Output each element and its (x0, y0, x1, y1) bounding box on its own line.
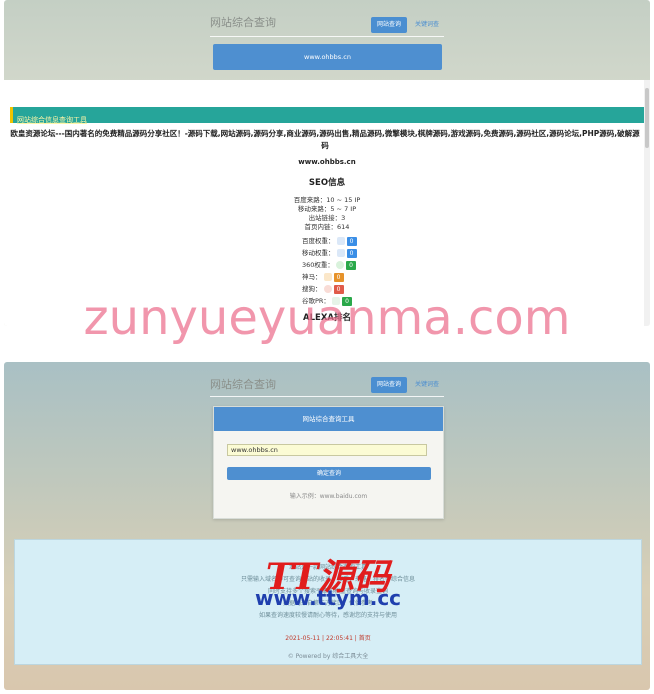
rank-shenma: 神马： 0 (302, 272, 344, 282)
rank-label: 移动权重： (302, 249, 335, 257)
page-title: 网站综合查询 (210, 16, 276, 29)
title-underline (210, 36, 444, 37)
rank-label: 360权重： (302, 261, 334, 269)
tab-keyword-query[interactable]: 关键词查 (410, 17, 444, 33)
seo-heading: SEO信息 (308, 178, 346, 188)
baidu-icon (336, 237, 345, 245)
result-screen: 网站综合查询 网站查询 关键词查 www.ohbbs.cn 网站综合信息查询工具… (4, 0, 650, 326)
query-screen: 网站综合查询 网站查询 关键词查 网站综合查询工具 确定查询 输入示例：www.… (4, 362, 650, 690)
rank-360: 360权重： 0 (302, 260, 356, 270)
query-button[interactable]: 确定查询 (227, 467, 431, 480)
rank-baidu: 百度权重： 0 (302, 236, 357, 246)
seo-internal-links: 首页内链：614 (304, 223, 350, 231)
results-heading-link[interactable]: 网站综合信息查询工具 (13, 116, 87, 124)
rank-badge: 0 (346, 236, 357, 246)
query-card: 网站综合查询工具 确定查询 输入示例：www.baidu.com (213, 406, 444, 519)
card-title: 网站综合查询工具 (214, 407, 443, 431)
rank-label: 神马： (302, 273, 322, 281)
footer-powered-by[interactable]: © Powered by 综合工具大全 (15, 651, 641, 660)
site-description: 欧皇资源论坛---国内著名的免费精品源码分享社区！-源码下载,网站源码,源码分享… (10, 129, 640, 150)
rank-label: 百度权重： (302, 237, 335, 245)
watermark-text: zunyueyuanma.com (83, 290, 571, 346)
page-title: 网站综合查询 (210, 378, 276, 391)
results-heading: 网站综合信息查询工具 (10, 107, 644, 124)
title-underline (210, 396, 444, 397)
rank-badge: 0 (346, 260, 356, 270)
tab-keyword-query[interactable]: 关键词查 (410, 377, 444, 393)
tab-site-query[interactable]: 网站查询 (371, 17, 407, 33)
mobile-icon (336, 249, 345, 257)
footer-meta[interactable]: 2021-05-11 | 22:05:41 | 首页 (15, 633, 641, 642)
input-example: 输入示例：www.baidu.com (289, 493, 368, 500)
tab-site-query[interactable]: 网站查询 (371, 377, 407, 393)
rank-badge: 0 (333, 272, 344, 282)
rank-mobile: 移动权重： 0 (302, 248, 357, 258)
360-icon (335, 261, 344, 269)
site-domain: www.ohbbs.cn (298, 158, 356, 166)
logo-url-text: www.ttym.cc (254, 586, 402, 610)
logo-watermark: TT源码 www.ttym.cc (248, 548, 408, 618)
rank-badge: 0 (346, 248, 357, 258)
domain-bar: www.ohbbs.cn (213, 44, 442, 70)
domain-input[interactable] (227, 444, 427, 456)
scrollbar-thumb[interactable] (645, 88, 649, 148)
shenma-icon (323, 273, 332, 281)
